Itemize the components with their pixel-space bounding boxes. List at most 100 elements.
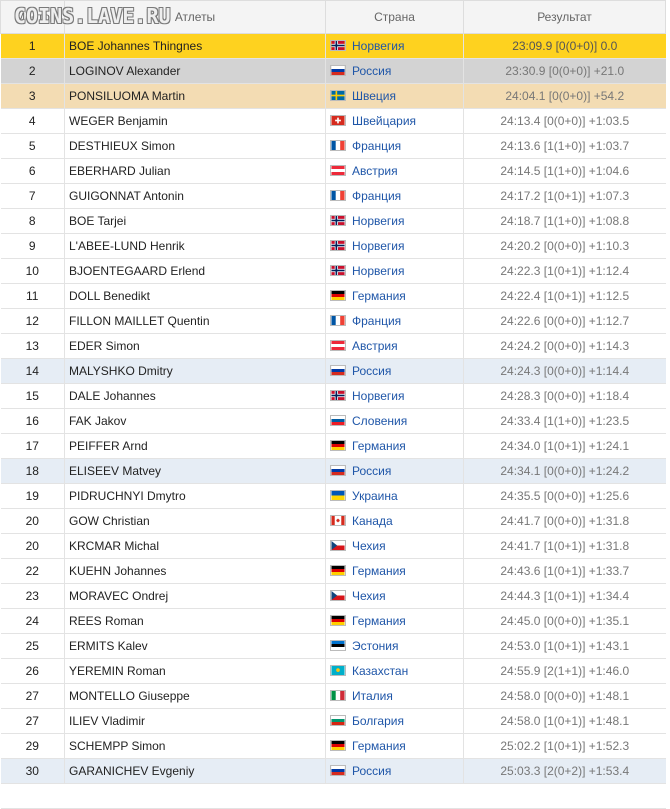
country-link[interactable]: Австрия	[352, 164, 398, 178]
country-link[interactable]: Норвегия	[352, 264, 405, 278]
country-link[interactable]: Германия	[352, 289, 406, 303]
country-link[interactable]: Норвегия	[352, 214, 405, 228]
country-cell: Норвегия	[325, 258, 464, 284]
country-link[interactable]: Франция	[352, 314, 401, 328]
flag-icon	[330, 590, 346, 601]
flag-icon	[330, 140, 346, 151]
table-row: 27 MONTELLO Giuseppe Италия 24:58.0 [0(0+0)…	[0, 683, 666, 709]
athlete-cell: L'ABEE-LUND Henrik	[64, 233, 326, 259]
country-link[interactable]: Казахстан	[352, 664, 408, 678]
result-cell: 24:58.0 [0(0+0)] +1:48.1	[463, 683, 666, 709]
result-cell: 24:24.3 [0(0+0)] +1:14.4	[463, 358, 666, 384]
table-row: 3 PONSILUOMA Martin Швеция 24:04.1 [0(0+0)]…	[0, 83, 666, 109]
country-link[interactable]: Швейцария	[352, 114, 416, 128]
athlete-cell: DESTHIEUX Simon	[64, 133, 326, 159]
athlete-cell: GARANICHEV Evgeniy	[64, 758, 326, 784]
table-row: 20 GOW Christian Канада 24:41.7 [0(0+0)] +1…	[0, 508, 666, 534]
country-cell: Австрия	[325, 158, 464, 184]
country-link[interactable]: Франция	[352, 139, 401, 153]
place-cell: 5	[0, 133, 65, 159]
country-cell: Россия	[325, 458, 464, 484]
partial-row	[0, 783, 666, 809]
place-cell: 11	[0, 283, 65, 309]
place-cell: 4	[0, 108, 65, 134]
country-cell: Германия	[325, 558, 464, 584]
country-link[interactable]: Украина	[352, 489, 398, 503]
country-link[interactable]: Германия	[352, 564, 406, 578]
country-link[interactable]: Норвегия	[352, 239, 405, 253]
result-cell: 24:18.7 [1(1+0)] +1:08.8	[463, 208, 666, 234]
country-link[interactable]: Италия	[352, 689, 393, 703]
table-row: 13 EDER Simon Австрия 24:24.2 [0(0+0)] +1:1…	[0, 333, 666, 359]
country-link[interactable]: Германия	[352, 739, 406, 753]
flag-icon	[330, 765, 346, 776]
country-link[interactable]: Норвегия	[352, 389, 405, 403]
flag-icon	[330, 515, 346, 526]
country-link[interactable]: Канада	[352, 514, 393, 528]
athlete-cell: EBERHARD Julian	[64, 158, 326, 184]
flag-icon	[330, 190, 346, 201]
flag-icon	[330, 65, 346, 76]
country-link[interactable]: Россия	[352, 64, 391, 78]
country-cell: Россия	[325, 758, 464, 784]
result-cell: 24:04.1 [0(0+0)] +54.2	[463, 83, 666, 109]
country-link[interactable]: Норвегия	[352, 39, 405, 53]
country-link[interactable]: Эстония	[352, 639, 399, 653]
country-link[interactable]: Швеция	[352, 89, 396, 103]
athlete-cell: DALE Johannes	[64, 383, 326, 409]
place-cell: 23	[0, 583, 65, 609]
country-link[interactable]: Россия	[352, 364, 391, 378]
flag-icon	[330, 390, 346, 401]
athlete-cell: BOE Tarjei	[64, 208, 326, 234]
place-cell: 18	[0, 458, 65, 484]
table-row: 22 KUEHN Johannes Германия 24:43.6 [1(0+1)]…	[0, 558, 666, 584]
country-link[interactable]: Россия	[352, 764, 391, 778]
result-cell: 24:14.5 [1(1+0)] +1:04.6	[463, 158, 666, 184]
results-table: Место Атлеты Страна Результат 1 BOE Johan…	[0, 0, 666, 809]
country-link[interactable]: Австрия	[352, 339, 398, 353]
result-cell: 24:24.2 [0(0+0)] +1:14.3	[463, 333, 666, 359]
flag-icon	[330, 165, 346, 176]
athlete-cell: YEREMIN Roman	[64, 658, 326, 684]
country-cell: Германия	[325, 608, 464, 634]
table-row: 20 KRCMAR Michal Чехия 24:41.7 [1(0+1)] +1:…	[0, 533, 666, 559]
result-cell: 23:30.9 [0(0+0)] +21.0	[463, 58, 666, 84]
athlete-cell: FILLON MAILLET Quentin	[64, 308, 326, 334]
result-cell: 24:22.6 [0(0+0)] +1:12.7	[463, 308, 666, 334]
table-row: 25 ERMITS Kalev Эстония 24:53.0 [1(0+1)] +1…	[0, 633, 666, 659]
place-cell: 14	[0, 358, 65, 384]
flag-icon	[330, 415, 346, 426]
place-cell: 8	[0, 208, 65, 234]
country-cell: Казахстан	[325, 658, 464, 684]
empty-cell	[463, 783, 666, 809]
place-cell: 10	[0, 258, 65, 284]
flag-icon	[330, 340, 346, 351]
country-cell: Австрия	[325, 333, 464, 359]
country-link[interactable]: Россия	[352, 464, 391, 478]
table-row: 26 YEREMIN Roman Казахстан 24:55.9 [2(1+1)]…	[0, 658, 666, 684]
table-row: 18 ELISEEV Matvey Россия 24:34.1 [0(0+0)] +…	[0, 458, 666, 484]
flag-icon	[330, 215, 346, 226]
country-link[interactable]: Чехия	[352, 589, 386, 603]
country-link[interactable]: Болгария	[352, 714, 404, 728]
athlete-cell: EDER Simon	[64, 333, 326, 359]
athlete-cell: PONSILUOMA Martin	[64, 83, 326, 109]
place-cell: 6	[0, 158, 65, 184]
athlete-cell: MONTELLO Giuseppe	[64, 683, 326, 709]
country-cell: Словения	[325, 408, 464, 434]
flag-icon	[330, 365, 346, 376]
country-link[interactable]: Германия	[352, 614, 406, 628]
header-country[interactable]: Страна	[325, 0, 464, 34]
country-link[interactable]: Германия	[352, 439, 406, 453]
result-cell: 24:41.7 [1(0+1)] +1:31.8	[463, 533, 666, 559]
country-link[interactable]: Словения	[352, 414, 407, 428]
place-cell: 27	[0, 708, 65, 734]
athlete-cell: KUEHN Johannes	[64, 558, 326, 584]
athlete-cell: BOE Johannes Thingnes	[64, 33, 326, 59]
country-link[interactable]: Чехия	[352, 539, 386, 553]
country-link[interactable]: Франция	[352, 189, 401, 203]
athlete-cell: MORAVEC Ondrej	[64, 583, 326, 609]
flag-icon	[330, 665, 346, 676]
header-result[interactable]: Результат	[463, 0, 666, 34]
flag-icon	[330, 640, 346, 651]
